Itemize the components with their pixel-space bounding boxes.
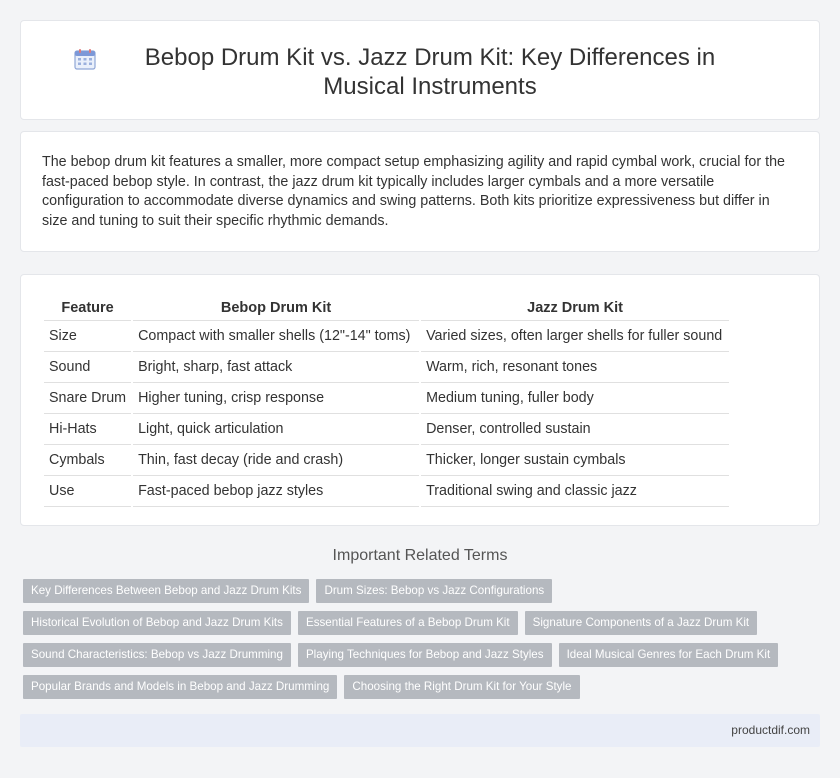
related-term-link[interactable]: Essential Features of a Bebop Drum Kit [297,611,518,635]
related-term-link[interactable]: Sound Characteristics: Bebop vs Jazz Dru… [23,643,291,667]
title-card: Bebop Drum Kit vs. Jazz Drum Kit: Key Di… [20,20,820,120]
feature-cell: Use [44,476,132,507]
feature-cell: Hi-Hats [44,414,132,445]
bebop-cell: Compact with smaller shells (12"-14" tom… [133,321,420,352]
bebop-cell: Light, quick articulation [133,414,420,445]
table-header-row: Feature Bebop Drum Kit Jazz Drum Kit [44,296,730,321]
feature-cell: Sound [44,352,132,383]
related-terms-row: Popular Brands and Models in Bebop and J… [23,675,823,699]
related-terms-heading: Important Related Terms [332,547,508,564]
related-terms-row: Historical Evolution of Bebop and Jazz D… [23,611,823,635]
related-term-link[interactable]: Choosing the Right Drum Kit for Your Sty… [344,675,580,699]
jazz-cell: Denser, controlled sustain [421,414,730,445]
bebop-cell: Bright, sharp, fast attack [133,352,420,383]
related-term-link[interactable]: Key Differences Between Bebop and Jazz D… [23,579,310,603]
related-term-link[interactable]: Drum Sizes: Bebop vs Jazz Configurations [316,579,553,603]
related-term-link[interactable]: Popular Brands and Models in Bebop and J… [23,675,338,699]
related-term-link[interactable]: Historical Evolution of Bebop and Jazz D… [23,611,291,635]
jazz-cell: Thicker, longer sustain cymbals [421,445,730,476]
comparison-card: Feature Bebop Drum Kit Jazz Drum Kit Siz… [20,274,820,526]
table-row: Size Compact with smaller shells (12"-14… [44,321,730,352]
header-bebop: Bebop Drum Kit [133,296,420,321]
jazz-cell: Medium tuning, fuller body [421,383,730,414]
related-term-link[interactable]: Ideal Musical Genres for Each Drum Kit [558,643,779,667]
jazz-cell: Varied sizes, often larger shells for fu… [421,321,730,352]
comparison-table: Feature Bebop Drum Kit Jazz Drum Kit Siz… [42,296,731,507]
footer-bar: productdif.com [20,714,820,747]
related-terms-list: Key Differences Between Bebop and Jazz D… [23,579,823,707]
table-row: Cymbals Thin, fast decay (ride and crash… [44,445,730,476]
feature-cell: Snare Drum [44,383,132,414]
header-jazz: Jazz Drum Kit [421,296,730,321]
related-term-link[interactable]: Signature Components of a Jazz Drum Kit [524,611,758,635]
related-terms-row: Sound Characteristics: Bebop vs Jazz Dru… [23,643,823,667]
bebop-cell: Higher tuning, crisp response [133,383,420,414]
jazz-cell: Warm, rich, resonant tones [421,352,730,383]
feature-cell: Size [44,321,132,352]
table-row: Use Fast-paced bebop jazz styles Traditi… [44,476,730,507]
related-terms-row: Key Differences Between Bebop and Jazz D… [23,579,823,603]
page-title: Bebop Drum Kit vs. Jazz Drum Kit: Key Di… [144,44,716,100]
table-row: Sound Bright, sharp, fast attack Warm, r… [44,352,730,383]
intro-card: The bebop drum kit features a smaller, m… [20,131,820,252]
footer-site-link[interactable]: productdif.com [731,723,810,737]
table-row: Snare Drum Higher tuning, crisp response… [44,383,730,414]
bebop-cell: Fast-paced bebop jazz styles [133,476,420,507]
feature-cell: Cymbals [44,445,132,476]
intro-text: The bebop drum kit features a smaller, m… [42,154,785,229]
jazz-cell: Traditional swing and classic jazz [421,476,730,507]
related-term-link[interactable]: Playing Techniques for Bebop and Jazz St… [297,643,552,667]
table-row: Hi-Hats Light, quick articulation Denser… [44,414,730,445]
bebop-cell: Thin, fast decay (ride and crash) [133,445,420,476]
header-feature: Feature [44,296,132,321]
